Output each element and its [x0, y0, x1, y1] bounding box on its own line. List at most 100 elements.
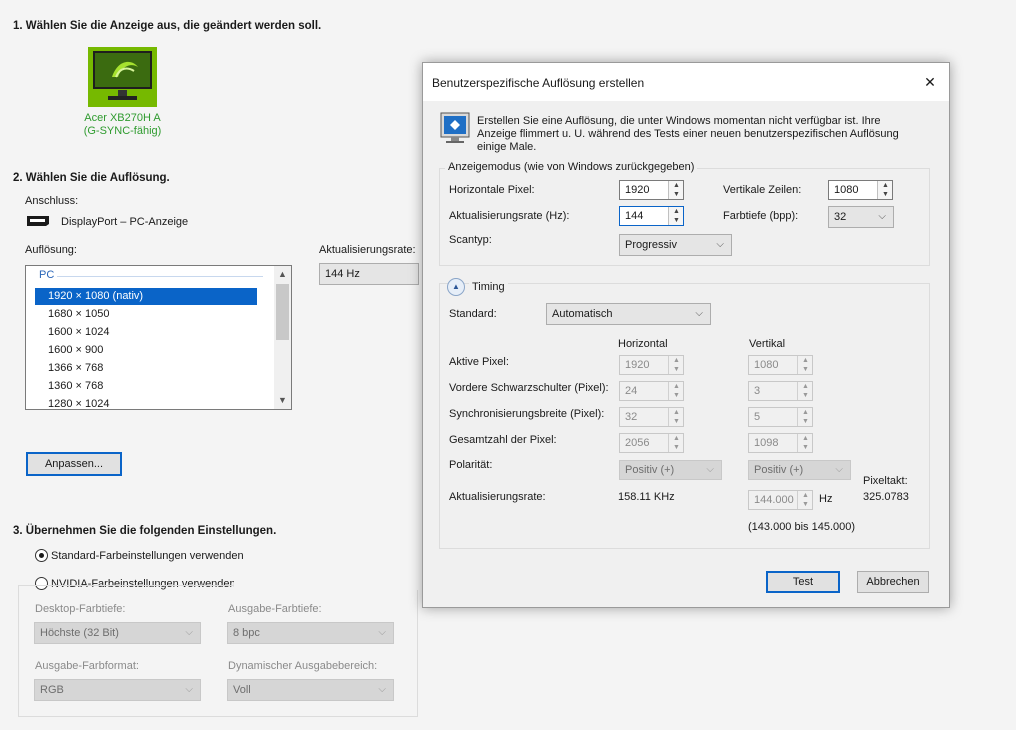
spin-up-icon: ▲ [802, 435, 809, 442]
spin-down-icon: ▼ [673, 366, 680, 373]
polarity-h-select[interactable]: Positiv (+) ⌵ [619, 460, 722, 480]
scan-type-value: Progressiv [625, 239, 677, 251]
display-name[interactable]: Acer XB270H A (G-SYNC-fähig) [70, 112, 175, 138]
active-h-spinner[interactable]: 1920 ▲ ▼ [619, 355, 684, 375]
timing-standard-select[interactable]: Automatisch ⌵ [546, 303, 711, 325]
active-v-spinner[interactable]: 1080 ▲ ▼ [748, 355, 813, 375]
resolution-item[interactable]: 1366 × 768 [35, 360, 257, 377]
test-button[interactable]: Test [766, 571, 840, 593]
desktop-depth-select[interactable]: Höchste (32 Bit) ⌵ [34, 622, 201, 644]
refresh-rate-select[interactable]: 144 Hz [319, 263, 419, 285]
v-lines-label: Vertikale Zeilen: [723, 184, 802, 196]
desktop-depth-value: Höchste (32 Bit) [40, 627, 119, 639]
output-depth-value: 8 bpc [233, 627, 260, 639]
info-line: einige Male. [477, 141, 537, 153]
scroll-down-icon[interactable]: ▼ [274, 392, 291, 409]
dynamic-range-label: Dynamischer Ausgabebereich: [228, 660, 378, 672]
spin-up-icon[interactable]: ▲ [878, 181, 893, 190]
timing-standard-value: Automatisch [552, 308, 613, 320]
radio-standard[interactable] [35, 549, 48, 562]
resolution-item[interactable]: 1920 × 1080 (nativ) [35, 288, 257, 305]
total-v-spinner[interactable]: 1098 ▲ ▼ [748, 433, 813, 453]
displayport-icon [26, 215, 50, 227]
resolution-label: Auflösung: [25, 244, 77, 256]
scan-type-select[interactable]: Progressiv ⌵ [619, 234, 732, 256]
spin-down-icon[interactable]: ▼ [669, 190, 684, 199]
chevron-down-icon: ⌵ [185, 627, 193, 638]
desktop-depth-label: Desktop-Farbtiefe: [35, 603, 126, 615]
dynamic-range-select[interactable]: Voll ⌵ [227, 679, 394, 701]
monitor-icon[interactable] [88, 47, 157, 107]
resolution-item[interactable]: 1600 × 900 [35, 342, 257, 359]
spin-up-icon: ▲ [802, 409, 809, 416]
front-porch-label: Vordere Schwarzschulter (Pixel): [449, 382, 609, 394]
collapse-icon[interactable]: ▲ [447, 278, 465, 296]
timing-label: Timing [469, 281, 508, 293]
dynamic-range-value: Voll [233, 684, 251, 696]
cancel-button[interactable]: Abbrechen [857, 571, 929, 593]
scroll-up-icon[interactable]: ▲ [274, 266, 291, 283]
front-porch-h-value: 24 [625, 385, 638, 397]
front-porch-v-spinner[interactable]: 3 ▲ ▼ [748, 381, 813, 401]
refresh-rate-spinner[interactable]: 144 ▲ ▼ [619, 206, 684, 226]
spin-down-icon[interactable]: ▼ [669, 216, 684, 225]
spin-up-icon: ▲ [673, 383, 680, 390]
refresh-hz-value: 144.000 [754, 494, 794, 506]
step2-heading: 2. Wählen Sie die Auflösung. [13, 172, 170, 184]
dialog-titlebar: Benutzerspezifische Auflösung erstellen … [423, 63, 949, 101]
active-pixels-label: Aktive Pixel: [449, 356, 509, 368]
front-porch-v-value: 3 [754, 385, 761, 397]
spin-down-icon: ▼ [802, 418, 809, 425]
output-depth-select[interactable]: 8 bpc ⌵ [227, 622, 394, 644]
h-pixels-spinner[interactable]: 1920 ▲ ▼ [619, 180, 684, 200]
polarity-v-value: Positiv (+) [754, 464, 804, 476]
spin-down-icon: ▼ [802, 501, 809, 508]
pixel-clock-value: 325.0783 [863, 491, 909, 503]
output-depth-label: Ausgabe-Farbtiefe: [228, 603, 322, 615]
refresh-hz-spinner[interactable]: 144.000 ▲ ▼ [748, 490, 813, 510]
refresh-rate-label: Aktualisierungsrate: [319, 244, 416, 256]
close-icon[interactable]: ✕ [915, 72, 945, 92]
output-format-value: RGB [40, 684, 64, 696]
display-settings-icon [440, 112, 470, 144]
chevron-down-icon: ⌵ [378, 627, 386, 638]
display-model: Acer XB270H A [84, 112, 161, 124]
sync-width-v-value: 5 [754, 411, 761, 423]
dialog-title: Benutzerspezifische Auflösung erstellen [432, 76, 645, 90]
customize-button[interactable]: Anpassen... [26, 452, 122, 476]
col-vertical-header: Vertikal [749, 338, 786, 350]
group-divider [57, 276, 263, 277]
color-depth-select[interactable]: 32 ⌵ [828, 206, 894, 228]
spin-up-icon[interactable]: ▲ [669, 207, 684, 216]
resolution-listbox[interactable]: PC 1920 × 1080 (nativ) 1680 × 1050 1600 … [25, 265, 292, 410]
chevron-down-icon: ⌵ [185, 684, 193, 695]
group-border-mask [234, 580, 419, 590]
scan-type-label: Scantyp: [449, 234, 492, 246]
resolution-item[interactable]: 1360 × 768 [35, 378, 257, 395]
chevron-down-icon: ⌵ [835, 464, 843, 475]
resolution-item[interactable]: 1680 × 1050 [35, 306, 257, 323]
hz-unit: Hz [819, 493, 833, 505]
total-h-spinner[interactable]: 2056 ▲ ▼ [619, 433, 684, 453]
polarity-v-select[interactable]: Positiv (+) ⌵ [748, 460, 851, 480]
v-lines-spinner[interactable]: 1080 ▲ ▼ [828, 180, 893, 200]
resolution-item[interactable]: 1280 × 1024 [35, 396, 257, 409]
v-lines-value: 1080 [834, 184, 859, 196]
resolution-item[interactable]: 1600 × 1024 [35, 324, 257, 341]
sync-width-h-spinner[interactable]: 32 ▲ ▼ [619, 407, 684, 427]
connection-label: Anschluss: [25, 195, 79, 207]
sync-width-v-spinner[interactable]: 5 ▲ ▼ [748, 407, 813, 427]
list-scrollbar[interactable]: ▲ ▼ [274, 266, 291, 409]
spin-up-icon: ▲ [673, 435, 680, 442]
scroll-thumb[interactable] [276, 284, 289, 340]
total-pixels-label: Gesamtzahl der Pixel: [449, 434, 557, 446]
front-porch-h-spinner[interactable]: 24 ▲ ▼ [619, 381, 684, 401]
display-gsync: (G-SYNC-fähig) [83, 125, 162, 137]
display-mode-group-title: Anzeigemodus (wie von Windows zurückgege… [445, 161, 698, 173]
spin-down-icon[interactable]: ▼ [878, 190, 893, 199]
output-format-select[interactable]: RGB ⌵ [34, 679, 201, 701]
spin-down-icon: ▼ [802, 392, 809, 399]
spin-up-icon[interactable]: ▲ [669, 181, 684, 190]
refresh-rate-value: 144 Hz [325, 268, 360, 280]
spin-down-icon: ▼ [673, 418, 680, 425]
